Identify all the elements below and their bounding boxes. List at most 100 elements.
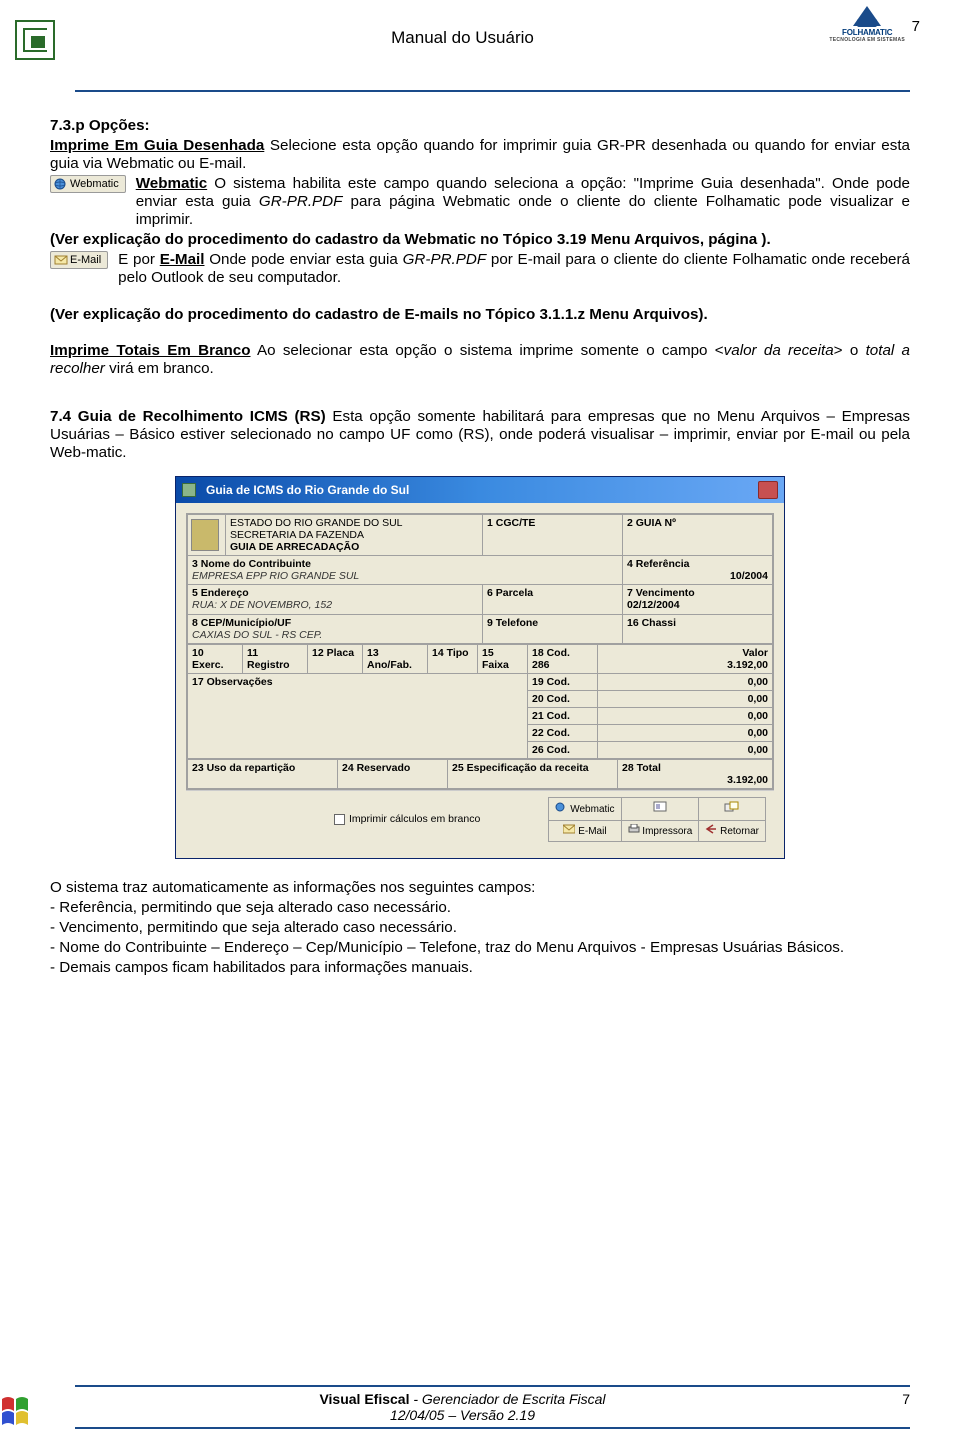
field-anofab[interactable]: 13 Ano/Fab. [363,644,428,673]
imprime-guia-label: Imprime Em Guia Desenhada [50,137,264,154]
email-icon-button[interactable]: E-Mail [50,251,108,269]
email-button[interactable]: E-Mail [549,820,621,841]
field-referencia-label: 4 Referência [627,558,689,570]
ver-email-note: (Ver explicação do procedimento do cadas… [50,306,910,324]
field-cod19[interactable]: 19 Cod. [528,673,598,690]
retornar-button[interactable]: Retornar [699,820,766,841]
form-hdr3: GUIA DE ARRECADAÇÃO [230,541,478,553]
field-faixa[interactable]: 15 Faixa [478,644,528,673]
webmatic-icon-button[interactable]: Webmatic [50,175,126,193]
window-icon [182,483,196,497]
field-nome-label: 3 Nome do Contribuinte [192,558,311,570]
post-line-5: - Demais campos ficam habilitados para i… [50,959,910,977]
field-vencimento-value[interactable]: 02/12/2004 [627,599,680,611]
footer-desc: - Gerenciador de Escrita Fiscal [409,1391,605,1407]
folhamatic-logo: FOLHAMATIC TECNOLOGIA EM SISTEMAS [829,6,905,43]
field-valor-value: 3.192,00 [727,659,768,671]
field-referencia-value[interactable]: 10/2004 [627,570,768,582]
envelope-icon [54,254,68,266]
field-especificacao: 25 Especificação da receita [448,760,618,789]
field-cod26[interactable]: 26 Cod. [528,742,598,759]
section-74-heading: 7.4 Guia de Recolhimento ICMS (RS) [50,408,326,425]
field-nome-value: EMPRESA EPP RIO GRANDE SUL [192,570,359,582]
ver-webmatic-note: (Ver explicação do procedimento do cadas… [50,231,910,249]
webmatic-button[interactable]: Webmatic [549,798,621,821]
field-parcela-label: 6 Parcela [487,587,533,599]
field-cod18-value[interactable]: 286 [532,659,550,671]
field-cod22[interactable]: 22 Cod. [528,724,598,741]
post-line-1: O sistema traz automaticamente as inform… [50,879,910,897]
preview-icon [652,801,668,813]
footer-version: 12/04/05 – Versão 2.19 [15,1407,910,1423]
icms-dialog: Guia de ICMS do Rio Grande do Sul ESTADO… [175,476,785,859]
field-telefone-label: 9 Telefone [487,617,538,629]
folhamatic-logo-icon [853,6,881,26]
imprimir-branco-checkbox[interactable]: Imprimir cálculos em branco [334,813,480,825]
post-line-3: - Vencimento, permitindo que seja altera… [50,919,910,937]
field-observacoes[interactable]: 17 Observações [192,676,273,688]
email-icon-label: E-Mail [70,253,101,265]
post-line-4: - Nome do Contribuinte – Endereço – Cep/… [50,939,910,957]
close-icon[interactable] [758,481,778,499]
print-extra-button[interactable] [699,798,766,821]
field-guia: 2 GUIA Nº [623,515,773,556]
field-cod21-value: 0,00 [598,707,773,724]
envelope-icon [563,824,575,834]
field-endereco-value: RUA: X DE NOVEMBRO, 152 [192,599,332,611]
field-tipo[interactable]: 14 Tipo [428,644,478,673]
opcoes-heading: 7.3.p Opções: [50,117,150,134]
field-uso-reparticao: 23 Uso da repartição [188,760,338,789]
field-cod22-value: 0,00 [598,724,773,741]
checkbox-icon [334,814,345,825]
webmatic-icon-label: Webmatic [70,178,119,190]
field-cep-label: 8 CEP/Município/UF [192,617,291,629]
page-header: Manual do Usuário 7 FOLHAMATIC TECNOLOGI… [0,0,960,90]
email-label: E-Mail [160,251,205,268]
impressora-button[interactable]: Impressora [621,820,699,841]
webmatic-filename: GR-PR.PDF [259,193,343,210]
form-hdr2: SECRETARIA DA FAZENDA [230,529,478,541]
totais-text-c: virá em branco. [105,360,214,377]
totais-text-a: Ao selecionar esta opção o sistema impri… [251,342,724,359]
document-title: Manual do Usuário [15,10,910,48]
email-filename: GR-PR.PDF [403,251,487,268]
field-exerc[interactable]: 10 Exerc. [188,644,243,673]
globe-icon [54,178,68,190]
field-vencimento-label: 7 Vencimento [627,587,695,599]
field-cod21[interactable]: 21 Cod. [528,707,598,724]
print-multi-icon [724,801,740,813]
page-footer: Visual Efiscal - Gerenciador de Escrita … [0,1385,960,1429]
field-total-label: 28 Total [622,762,661,774]
visualizar-button[interactable] [621,798,699,821]
dialog-title: Guia de ICMS do Rio Grande do Sul [206,483,409,497]
page-body: 7.3.p Opções: Imprime Em Guia Desenhada … [0,92,960,988]
field-cod19-value: 0,00 [598,673,773,690]
folhamatic-logo-tagline: TECNOLOGIA EM SISTEMAS [829,37,905,43]
field-cod20[interactable]: 20 Cod. [528,690,598,707]
field-total-value: 3.192,00 [622,774,768,786]
webmatic-label: Webmatic [136,175,207,192]
form: ESTADO DO RIO GRANDE DO SUL SECRETARIA D… [186,513,774,790]
email-text-1: Onde pode enviar esta guia [204,251,402,268]
state-crest-icon [191,519,219,551]
imprimir-branco-label: Imprimir cálculos em branco [349,813,480,825]
field-reservado: 24 Reservado [338,760,448,789]
dialog-screenshot: Guia de ICMS do Rio Grande do Sul ESTADO… [50,476,910,859]
printer-icon [628,824,640,834]
field-placa[interactable]: 12 Placa [308,644,363,673]
footer-divider-bottom [75,1427,910,1429]
page-number-top: 7 [912,18,920,35]
form-hdr1: ESTADO DO RIO GRANDE DO SUL [230,517,478,529]
totais-text-b: > o [834,342,866,359]
folhamatic-logo-text: FOLHAMATIC [829,28,905,37]
page-number-bottom: 7 [902,1391,910,1407]
field-registro[interactable]: 11 Registro [243,644,308,673]
field-valor-label: Valor [742,647,768,659]
publisher-logo-icon [15,20,55,60]
footer-product: Visual Efiscal [319,1391,409,1407]
dialog-body: ESTADO DO RIO GRANDE DO SUL SECRETARIA D… [176,503,784,858]
totais-valor: valor da receita [724,342,834,359]
field-chassi-label: 16 Chassi [627,617,676,629]
footer-divider-top [75,1385,910,1387]
field-cep-value: CAXIAS DO SUL - RS CEP. [192,629,322,641]
